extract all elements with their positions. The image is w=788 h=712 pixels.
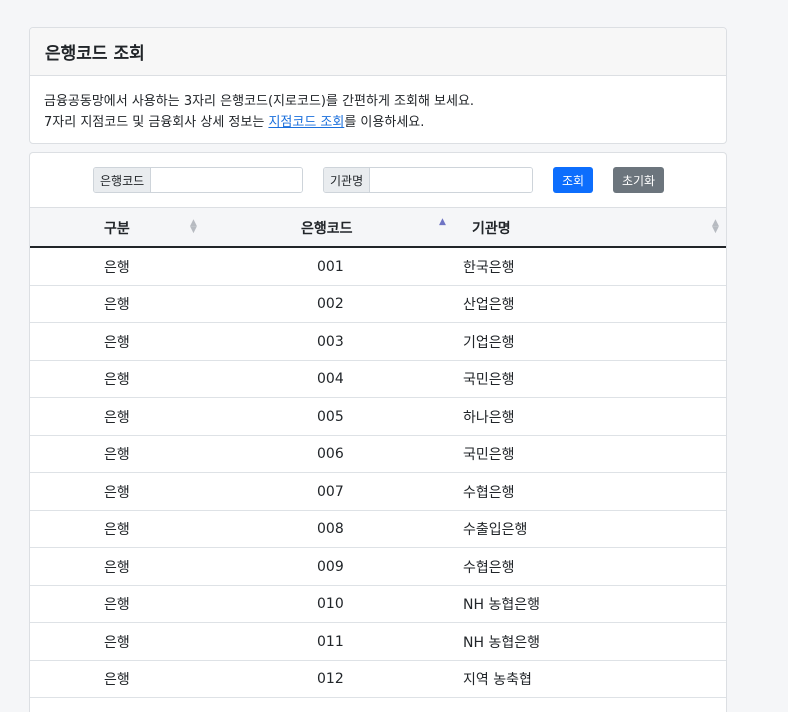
institution-name-cell: 지역 농축협 — [463, 672, 532, 688]
institution-name-cell: 하나은행 — [463, 409, 515, 426]
table-row[interactable]: 은행 007 수협은행 — [30, 473, 726, 511]
description-line-2: 7자리 지점코드 및 금융회사 상세 정보는 지점코드 조회를 이용하세요. — [44, 112, 712, 133]
bank-code-cell: 005 — [317, 408, 344, 425]
description-line-2-suffix: 를 이용하세요. — [344, 115, 425, 130]
institution-name-input-group: 기관명 — [323, 167, 533, 193]
category-cell: 은행 — [104, 334, 130, 351]
description-line-1: 금융공동망에서 사용하는 3자리 은행코드(지로코드)를 간편하게 조회해 보세… — [44, 94, 475, 109]
category-cell: 은행 — [104, 372, 130, 388]
table-row[interactable]: 은행 008 수출입은행 — [30, 511, 726, 548]
table-row[interactable]: 은행 004 국민은행 — [30, 361, 726, 398]
bank-code-cell: 002 — [317, 296, 344, 312]
bank-code-cell: 012 — [317, 671, 344, 687]
search-button[interactable]: 조회 — [553, 167, 593, 193]
institution-name-cell: 수출입은행 — [463, 522, 528, 538]
table-row[interactable]: 은행 002 산업은행 — [30, 286, 726, 323]
institution-name-cell: 국민은행 — [463, 372, 515, 388]
page-title: 은행코드 조회 — [30, 28, 726, 76]
bank-code-cell: 004 — [317, 371, 344, 387]
bank-code-cell: 010 — [317, 596, 344, 612]
table-body: 은행 001 한국은행 은행 002 산업은행 은행 003 기업은행 은행 004 국민은행 은행 00… — [30, 248, 726, 698]
table-row[interactable]: 은행 001 한국은행 — [30, 248, 726, 286]
table-row[interactable]: 은행 011 NH 농협은행 — [30, 623, 726, 661]
category-cell: 은행 — [104, 522, 130, 538]
bank-code-input[interactable] — [151, 168, 302, 192]
category-cell: 은행 — [104, 634, 130, 651]
institution-name-cell: 수협은행 — [463, 484, 515, 501]
institution-name-sort-icon[interactable]: ▲ ▼ — [712, 219, 719, 235]
institution-name-cell: 산업은행 — [463, 297, 515, 313]
bank-code-cell: 003 — [317, 333, 344, 350]
search-bar: 은행코드 기관명 조회 초기화 — [30, 167, 726, 193]
bank-code-cell: 001 — [317, 258, 344, 275]
category-cell: 은행 — [104, 484, 130, 501]
institution-name-cell: NH 농협은행 — [463, 634, 540, 651]
bank-code-cell: 008 — [317, 521, 344, 537]
results-card: 은행코드 기관명 조회 초기화 구분 ▲ ▼ 은행코드 ▲ 기관명 ▲ ▼ 은행 00… — [29, 152, 727, 712]
table-row[interactable]: 은행 006 국민은행 — [30, 436, 726, 473]
institution-name-input[interactable] — [370, 168, 532, 192]
bank-code-label: 은행코드 — [94, 168, 152, 192]
category-cell: 은행 — [104, 259, 130, 276]
bank-code-sort-icon[interactable]: ▲ — [439, 218, 446, 227]
category-cell: 은행 — [104, 447, 130, 463]
table-row[interactable]: 은행 010 NH 농협은행 — [30, 586, 726, 623]
info-card: 은행코드 조회 금융공동망에서 사용하는 3자리 은행코드(지로코드)를 간편하… — [29, 27, 727, 144]
table-row[interactable]: 은행 009 수협은행 — [30, 548, 726, 586]
category-cell: 은행 — [104, 559, 130, 576]
bank-code-cell: 007 — [317, 483, 344, 500]
institution-name-cell: 수협은행 — [463, 559, 515, 576]
column-header-institution-name[interactable]: 기관명 — [472, 208, 511, 247]
bank-code-cell: 011 — [317, 633, 344, 650]
bank-code-input-group: 은행코드 — [93, 167, 303, 193]
institution-name-label: 기관명 — [324, 168, 371, 192]
category-sort-icon[interactable]: ▲ ▼ — [190, 219, 197, 235]
description-line-2-prefix: 7자리 지점코드 및 금융회사 상세 정보는 — [44, 115, 269, 130]
institution-name-cell: 기업은행 — [463, 334, 515, 351]
table-row[interactable]: 은행 005 하나은행 — [30, 398, 726, 436]
column-header-bank-code[interactable]: 은행코드 — [301, 208, 353, 247]
category-cell: 은행 — [104, 409, 130, 426]
bank-code-cell: 006 — [317, 446, 344, 462]
reset-button[interactable]: 초기화 — [613, 167, 664, 193]
column-header-category[interactable]: 구분 — [104, 208, 130, 247]
institution-name-cell: 국민은행 — [463, 447, 515, 463]
category-cell: 은행 — [104, 672, 130, 688]
institution-name-cell: NH 농협은행 — [463, 597, 540, 613]
institution-name-cell: 한국은행 — [463, 259, 515, 276]
table-row[interactable]: 은행 003 기업은행 — [30, 323, 726, 361]
info-description: 금융공동망에서 사용하는 3자리 은행코드(지로코드)를 간편하게 조회해 보세… — [30, 76, 726, 133]
bank-code-cell: 009 — [317, 558, 344, 575]
category-cell: 은행 — [104, 597, 130, 613]
category-cell: 은행 — [104, 297, 130, 313]
table-row[interactable]: 은행 012 지역 농축협 — [30, 661, 726, 698]
branch-code-link[interactable]: 지점코드 조회 — [268, 115, 344, 130]
table-header: 구분 ▲ ▼ 은행코드 ▲ 기관명 ▲ ▼ — [30, 207, 726, 248]
